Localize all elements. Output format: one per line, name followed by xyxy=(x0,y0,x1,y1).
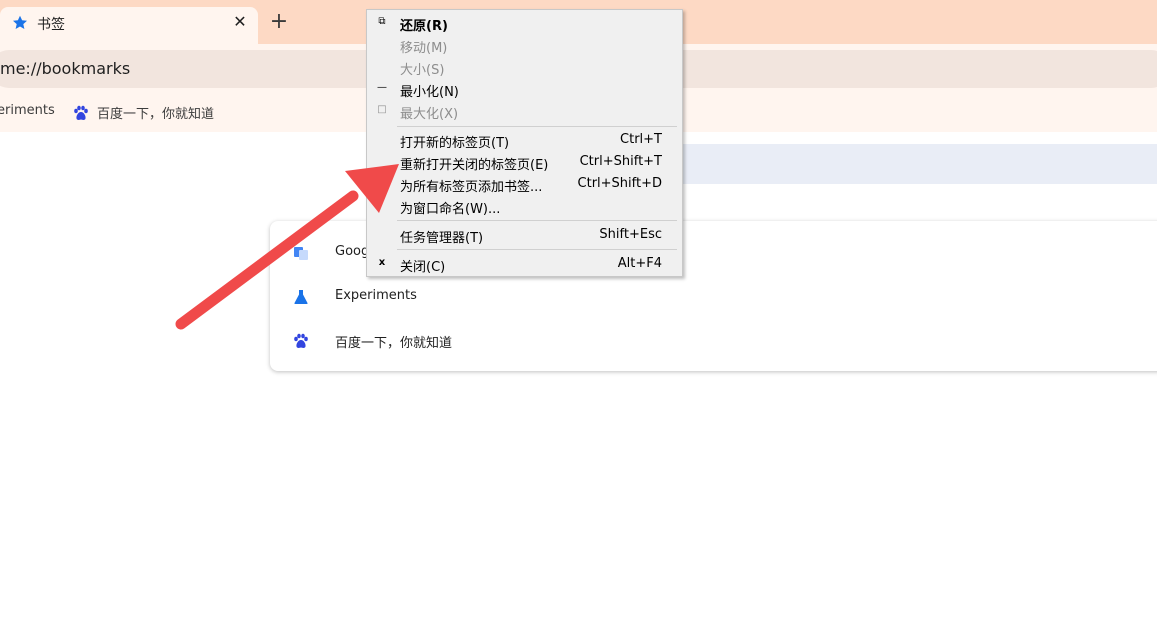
maximize-icon: □ xyxy=(377,104,387,115)
baidu-paw-icon xyxy=(74,105,88,120)
close-icon: x xyxy=(378,257,386,268)
star-icon xyxy=(13,15,27,29)
menu-item-label: 为窗口命名(W)... xyxy=(400,202,501,217)
menu-item-restore[interactable]: ⧉ 还原(R) xyxy=(367,12,682,34)
menu-separator xyxy=(397,220,677,221)
minimize-icon: — xyxy=(377,82,387,93)
menu-item-shortcut: Ctrl+T xyxy=(620,132,662,147)
menu-item-name-window[interactable]: 为窗口命名(W)... xyxy=(367,195,682,217)
menu-item-shortcut: Ctrl+Shift+T xyxy=(579,154,662,169)
menu-item-label: 关闭(C) xyxy=(400,260,446,275)
tab-bookmarks[interactable]: 书签 ✕ xyxy=(0,7,258,44)
menu-item-label: 移动(M) xyxy=(400,41,448,56)
menu-item-shortcut: Ctrl+Shift+D xyxy=(577,176,662,191)
menu-item-new-tab[interactable]: 打开新的标签页(T) Ctrl+T xyxy=(367,129,682,151)
window-context-menu: ⧉ 还原(R) 移动(M) 大小(S) — 最小化(N) □ 最大化(X) 打开… xyxy=(366,9,683,277)
close-icon[interactable]: ✕ xyxy=(231,13,249,31)
menu-item-label: 为所有标签页添加书签... xyxy=(400,180,543,195)
menu-item-task-manager[interactable]: 任务管理器(T) Shift+Esc xyxy=(367,224,682,246)
menu-item-shortcut: Alt+F4 xyxy=(617,256,662,271)
menu-item-reopen-closed-tab[interactable]: 重新打开关闭的标签页(E) Ctrl+Shift+T xyxy=(367,151,682,173)
bookmarks-bar-item-label: eriments xyxy=(0,103,55,118)
flask-icon xyxy=(294,290,308,304)
menu-item-label: 打开新的标签页(T) xyxy=(400,136,510,151)
bookmarks-bar-item-label: 百度一下，你就知道 xyxy=(97,107,215,122)
menu-item-label: 最小化(N) xyxy=(400,85,459,100)
menu-separator xyxy=(397,249,677,250)
selected-row-highlight xyxy=(660,144,1157,184)
restore-icon: ⧉ xyxy=(378,16,386,27)
bookmarks-bar-item-baidu[interactable]: 百度一下，你就知道 xyxy=(73,103,214,123)
bookmarks-bar-item-experiments[interactable]: eriments xyxy=(0,103,55,123)
menu-item-size[interactable]: 大小(S) xyxy=(367,56,682,78)
menu-item-maximize[interactable]: □ 最大化(X) xyxy=(367,100,682,122)
menu-item-label: 任务管理器(T) xyxy=(400,231,484,246)
menu-item-label: 重新打开关闭的标签页(E) xyxy=(400,158,549,173)
menu-item-move[interactable]: 移动(M) xyxy=(367,34,682,56)
menu-item-label: 大小(S) xyxy=(400,63,445,78)
list-item-label: Experiments xyxy=(335,288,417,303)
list-item-label: Goog xyxy=(335,244,370,259)
list-item-label: 百度一下，你就知道 xyxy=(335,336,453,351)
new-tab-button[interactable]: + xyxy=(268,11,290,33)
list-item[interactable]: Experiments xyxy=(270,275,1157,319)
menu-item-label: 最大化(X) xyxy=(400,107,459,122)
menu-separator xyxy=(397,126,677,127)
browser-window: 书签 ✕ + me://bookmarks eriments 百度一下，你就知道 xyxy=(0,0,1157,638)
tab-title: 书签 xyxy=(37,17,65,33)
menu-item-bookmark-all-tabs[interactable]: 为所有标签页添加书签... Ctrl+Shift+D xyxy=(367,173,682,195)
list-item[interactable]: 百度一下，你就知道 xyxy=(270,319,1157,363)
baidu-paw-icon xyxy=(294,333,308,348)
menu-item-shortcut: Shift+Esc xyxy=(599,227,662,242)
menu-item-label: 还原(R) xyxy=(400,19,448,34)
google-translate-icon xyxy=(294,247,308,260)
menu-item-minimize[interactable]: — 最小化(N) xyxy=(367,78,682,100)
menu-item-close[interactable]: x 关闭(C) Alt+F4 xyxy=(367,253,682,275)
address-bar-url: me://bookmarks xyxy=(0,59,131,78)
